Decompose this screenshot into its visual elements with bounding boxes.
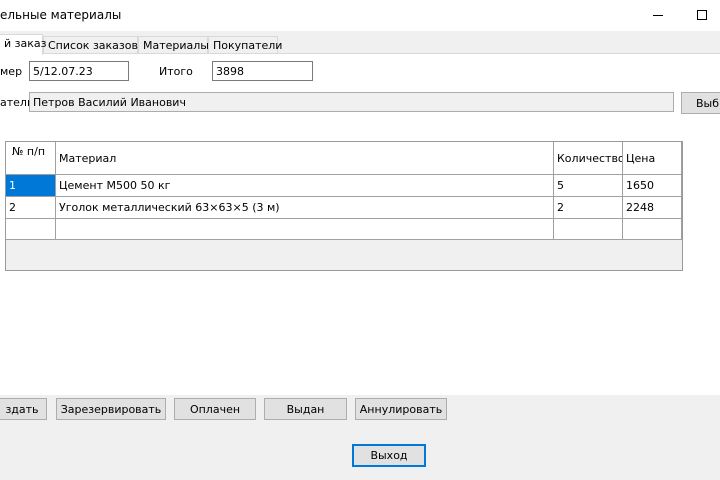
total-label: Итого — [159, 65, 193, 78]
table-row[interactable]: 2 Уголок металлический 63×63×5 (3 м) 2 2… — [6, 197, 682, 219]
tab-current-order[interactable]: й заказ — [0, 34, 46, 55]
column-header-number[interactable]: № п/п — [6, 142, 56, 175]
table-cell-material[interactable] — [56, 219, 554, 240]
table-cell-number[interactable] — [6, 219, 56, 240]
table-cell-number[interactable]: 1 — [6, 175, 56, 197]
create-button[interactable]: здать — [0, 398, 47, 420]
table-cell-material[interactable]: Уголок металлический 63×63×5 (3 м) — [56, 197, 554, 219]
paid-button[interactable]: Оплачен — [174, 398, 256, 420]
table-cell-price[interactable] — [623, 219, 682, 240]
tab-orders-list[interactable]: Список заказов — [43, 36, 138, 54]
table-header: № п/п Материал Количество Цена — [6, 142, 682, 175]
window-title: ельные материалы — [0, 8, 122, 22]
order-panel: мер 5/12.07.23 Итого 3898 атель Петров В… — [0, 53, 720, 395]
table-cell-quantity[interactable]: 5 — [554, 175, 623, 197]
order-number-label: мер — [0, 65, 23, 78]
table-cell-number[interactable]: 2 — [6, 197, 56, 219]
minimize-icon — [653, 14, 663, 16]
title-bar: ельные материалы — [0, 0, 720, 31]
table-cell-price[interactable]: 1650 — [623, 175, 682, 197]
table-cell-material[interactable]: Цемент М500 50 кг — [56, 175, 554, 197]
table-cell-quantity[interactable] — [554, 219, 623, 240]
column-header-material[interactable]: Материал — [56, 142, 554, 175]
table-row[interactable]: 1 Цемент М500 50 кг 5 1650 — [6, 175, 682, 197]
table-cell-quantity[interactable]: 2 — [554, 197, 623, 219]
reserve-button[interactable]: Зарезервировать — [56, 398, 166, 420]
minimize-button[interactable] — [638, 2, 678, 28]
maximize-icon — [697, 10, 707, 20]
cancel-order-button[interactable]: Аннулировать — [355, 398, 447, 420]
select-buyer-button[interactable]: Выбр — [681, 92, 720, 114]
table-cell-price[interactable]: 2248 — [623, 197, 682, 219]
exit-button[interactable]: Выход — [352, 444, 426, 467]
table-new-row[interactable] — [6, 219, 682, 240]
materials-table: № п/п Материал Количество Цена 1 Цемент … — [5, 141, 683, 271]
tab-buyers[interactable]: Покупатели — [208, 36, 282, 54]
client-area: й заказ Список заказов Материалы Покупат… — [0, 31, 720, 480]
column-header-price[interactable]: Цена — [623, 142, 682, 175]
total-field[interactable]: 3898 — [212, 61, 313, 81]
issued-button[interactable]: Выдан — [264, 398, 347, 420]
column-header-quantity[interactable]: Количество — [554, 142, 623, 175]
order-number-field[interactable]: 5/12.07.23 — [29, 61, 129, 81]
maximize-button[interactable] — [682, 2, 720, 28]
buyer-field[interactable]: Петров Василий Иванович — [29, 92, 674, 112]
tab-materials[interactable]: Материалы — [138, 36, 209, 54]
